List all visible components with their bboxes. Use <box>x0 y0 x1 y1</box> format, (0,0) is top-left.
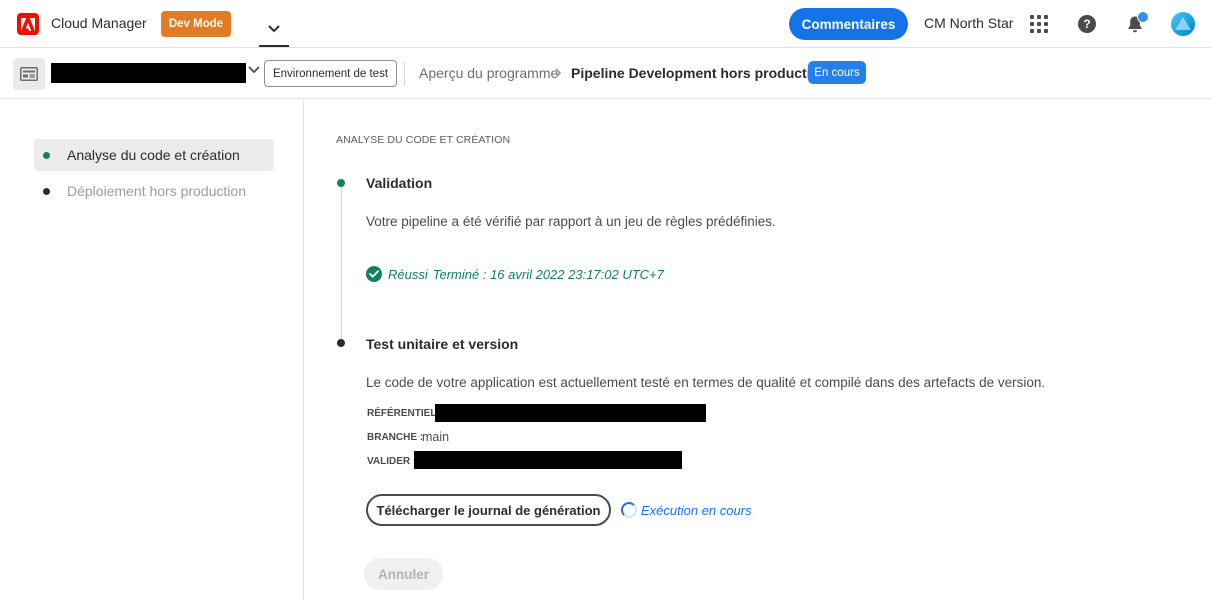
running-label: Exécution en cours <box>641 502 752 518</box>
sidebar-item-label: Analyse du code et création <box>67 147 240 163</box>
step-result-validation: Réussi Terminé : 16 avril 2022 23:17:02 … <box>366 264 664 284</box>
branch-label: BRANCHE : <box>367 432 424 443</box>
completed-timestamp: Terminé : 16 avril 2022 23:17:02 UTC+7 <box>432 266 664 282</box>
org-switcher[interactable]: CM North Star <box>924 15 1013 31</box>
step-status-dot <box>43 187 50 195</box>
commit-label: VALIDER : <box>367 456 417 467</box>
download-build-log-button[interactable]: Télécharger le journal de génération <box>366 494 611 526</box>
success-status: Réussi <box>388 266 428 282</box>
repository-label: RÉFÉRENTIEL : <box>367 408 443 419</box>
cancel-button[interactable]: Annuler <box>364 558 443 590</box>
step-title-validation: Validation <box>366 175 433 191</box>
step-status-dot <box>43 151 50 159</box>
notification-dot <box>1137 11 1149 23</box>
chevron-down-icon <box>268 25 280 32</box>
sidebar-item-code-analysis[interactable]: Analyse du code et création <box>34 139 274 171</box>
step-description-unit-test: Le code de votre application est actuell… <box>366 375 1046 390</box>
environment-button[interactable]: Environnement de test <box>264 60 397 87</box>
branch-value: main <box>422 430 450 444</box>
comments-button[interactable]: Commentaires <box>789 8 908 40</box>
step-dot-validation <box>337 179 345 187</box>
repository-value-redacted <box>435 404 706 422</box>
adobe-logo-icon[interactable] <box>17 13 39 35</box>
top-bar: Cloud Manager Dev Mode Commentaires CM N… <box>0 0 1211 48</box>
checkmark-circle-icon <box>366 266 382 282</box>
sidebar-item-non-prod-deploy[interactable]: Déploiement hors production <box>34 175 274 207</box>
app-grid-icon[interactable] <box>1030 15 1048 33</box>
timeline-line <box>341 186 342 342</box>
avatar[interactable] <box>1171 12 1195 36</box>
running-status: Exécution en cours <box>621 502 752 518</box>
chevron-down-icon[interactable] <box>248 66 260 74</box>
dev-mode-badge[interactable]: Dev Mode <box>161 11 231 37</box>
step-sidebar: Analyse du code et création Déploiement … <box>0 100 304 600</box>
app-name[interactable]: Cloud Manager <box>51 15 147 31</box>
section-heading: ANALYSE DU CODE ET CRÉATION <box>336 134 511 146</box>
step-description-validation: Votre pipeline a été vérifié par rapport… <box>366 214 776 229</box>
step-title-unit-test: Test unitaire et version <box>366 336 519 352</box>
chevron-right-icon <box>555 68 562 78</box>
status-badge: En cours <box>808 61 866 84</box>
program-bar: Environnement de test Aperçu du programm… <box>0 49 1211 99</box>
sidebar-item-label: Déploiement hors production <box>67 183 246 199</box>
program-name-redacted[interactable] <box>51 63 246 83</box>
spinner-icon <box>621 502 637 518</box>
context-switcher-button[interactable] <box>259 12 289 47</box>
divider <box>404 62 405 86</box>
step-dot-unit-test <box>337 339 345 347</box>
breadcrumb-current-pipeline: Pipeline Development hors production <box>571 65 828 81</box>
help-icon[interactable]: ? <box>1078 15 1096 33</box>
program-icon[interactable] <box>13 58 45 90</box>
commit-value-redacted <box>414 451 682 469</box>
breadcrumb-program-overview[interactable]: Aperçu du programme <box>419 65 558 81</box>
